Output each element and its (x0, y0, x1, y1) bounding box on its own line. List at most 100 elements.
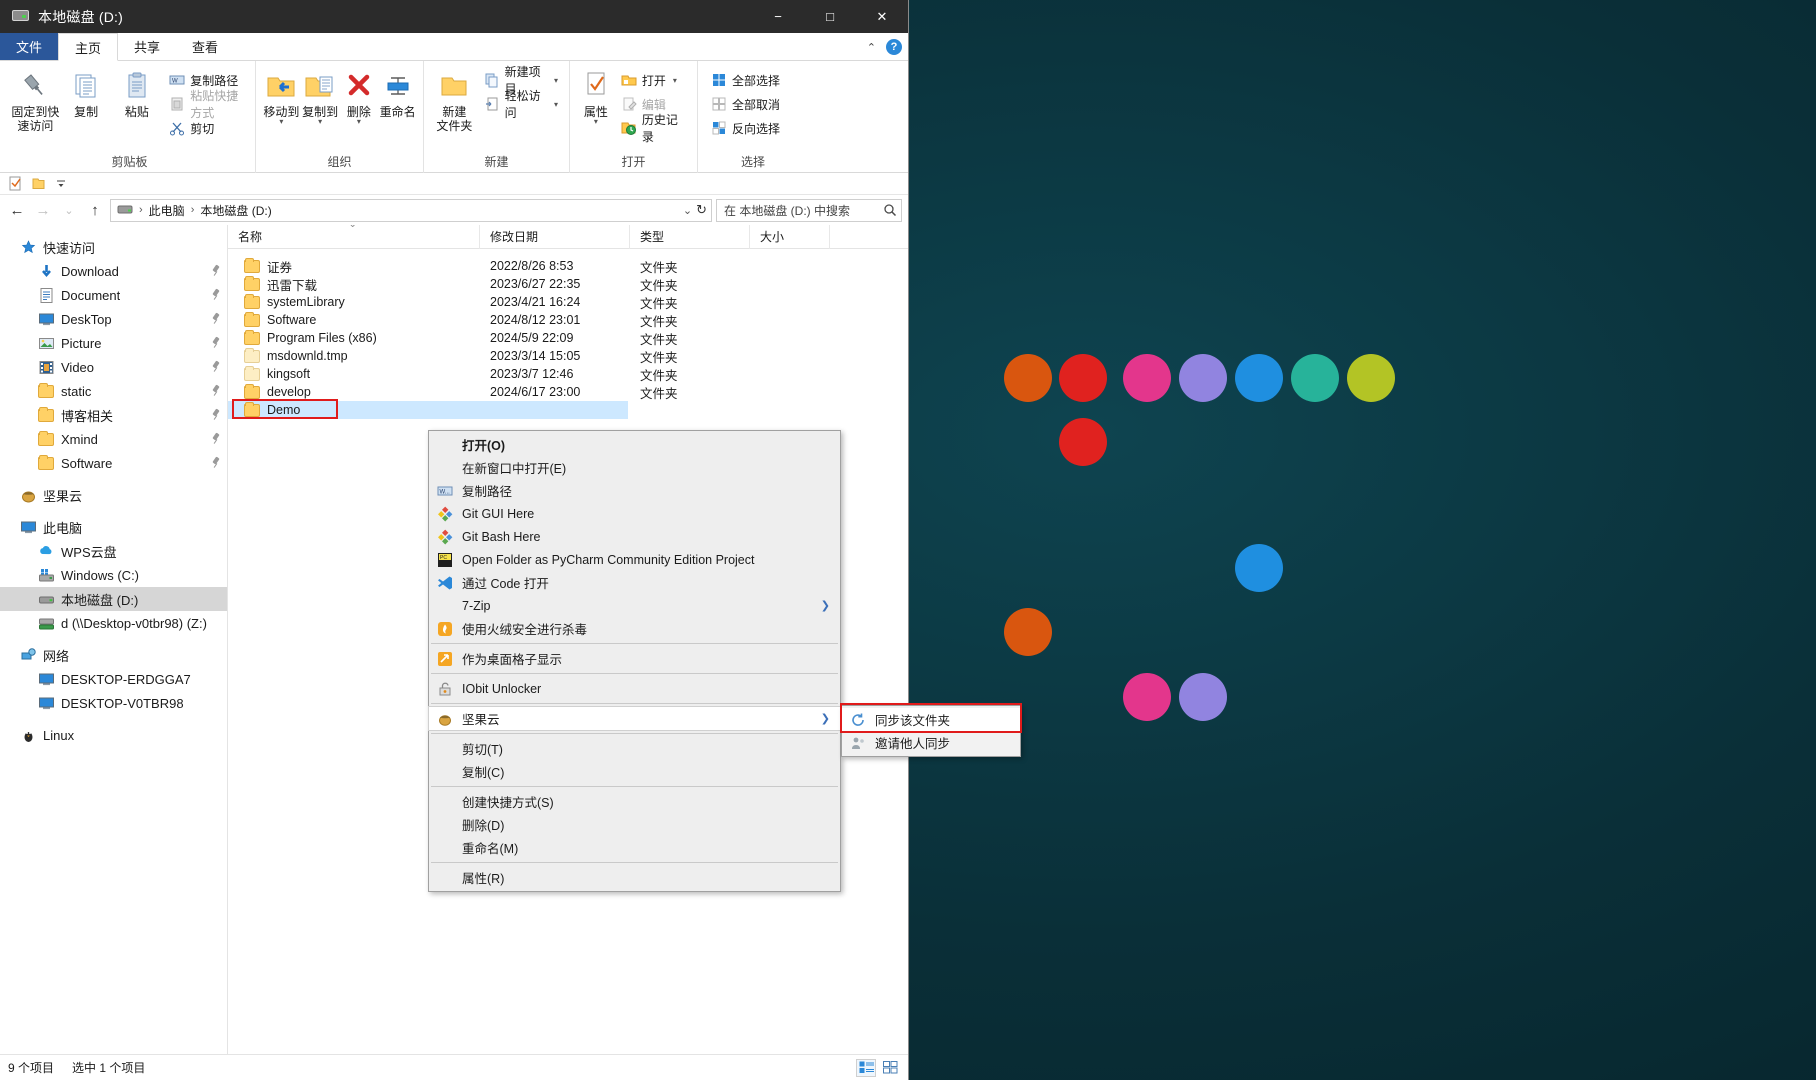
properties-quick-icon[interactable] (8, 176, 23, 191)
context-menu-item-open[interactable]: 打开(O) (429, 433, 840, 456)
column-header-date[interactable]: 修改日期 (480, 225, 630, 249)
delete-button[interactable]: 删除 ▾ (340, 65, 379, 126)
table-row[interactable]: 迅雷下载 2023/6/27 22:35 文件夹 (228, 275, 908, 293)
context-menu-item-desktop-grid[interactable]: 作为桌面格子显示 (429, 647, 840, 670)
context-menu-item-cut[interactable]: 剪切(T) (429, 737, 840, 760)
sidebar-item-windows-c[interactable]: Windows (C:) (0, 563, 227, 587)
recent-locations-button[interactable]: ⌄ (58, 199, 80, 221)
up-button[interactable]: ↑ (84, 199, 106, 221)
context-menu-item-huorong-scan[interactable]: 使用火绒安全进行杀毒 (429, 617, 840, 640)
move-to-button[interactable]: 移动到 ▾ (262, 65, 301, 126)
copy-button[interactable]: 复制 (61, 65, 112, 119)
sidebar-item-linux[interactable]: Linux (0, 723, 227, 747)
column-header-type[interactable]: 类型 (630, 225, 750, 249)
pin-icon[interactable] (211, 289, 221, 301)
sidebar-item-network-drive-z[interactable]: d (\\Desktop-v0tbr98) (Z:) (0, 611, 227, 635)
customize-qat-icon[interactable] (54, 176, 69, 191)
chevron-down-icon[interactable]: ▾ (318, 118, 322, 126)
pin-icon[interactable] (211, 337, 221, 349)
tiles-view-icon[interactable] (880, 1059, 900, 1077)
chevron-down-icon[interactable]: ▾ (554, 76, 558, 85)
tab-view[interactable]: 查看 (176, 33, 234, 60)
context-menu-item-copy-path[interactable]: W... 复制路径 (429, 479, 840, 502)
properties-button[interactable]: 属性 ▾ (576, 65, 616, 126)
breadcrumb-this-pc[interactable]: 此电脑 (149, 202, 185, 219)
chevron-down-icon[interactable]: ▾ (594, 118, 598, 126)
context-menu-item-iobit-unlocker[interactable]: IObit Unlocker (429, 677, 840, 700)
select-none-button[interactable]: 全部取消 (708, 93, 785, 115)
context-menu-item-7zip[interactable]: 7-Zip ❯ (429, 594, 840, 617)
context-menu-item-rename[interactable]: 重命名(M) (429, 836, 840, 859)
sidebar-item-software[interactable]: Software (0, 451, 227, 475)
address-dropdown-icon[interactable]: ⌄ (683, 204, 692, 217)
refresh-icon[interactable]: ↻ (696, 202, 707, 218)
select-all-button[interactable]: 全部选择 (708, 69, 785, 91)
context-menu-item-create-shortcut[interactable]: 创建快捷方式(S) (429, 790, 840, 813)
context-menu-item-delete[interactable]: 删除(D) (429, 813, 840, 836)
context-menu-item-open-new-window[interactable]: 在新窗口中打开(E) (429, 456, 840, 479)
context-menu-item-git-gui[interactable]: Git GUI Here (429, 502, 840, 525)
new-folder-quick-icon[interactable] (31, 176, 46, 191)
table-row[interactable]: kingsoft 2023/3/7 12:46 文件夹 (228, 365, 908, 383)
easy-access-button[interactable]: 轻松访问 ▾ (481, 89, 563, 120)
chevron-down-icon[interactable]: ▾ (279, 118, 283, 126)
sidebar-group-network[interactable]: 网络 (0, 643, 227, 667)
pin-icon[interactable] (211, 457, 221, 469)
table-row[interactable]: Program Files (x86) 2024/5/9 22:09 文件夹 (228, 329, 908, 347)
context-menu-item-copy[interactable]: 复制(C) (429, 760, 840, 783)
cut-button[interactable]: 剪切 (166, 117, 249, 139)
tab-share[interactable]: 共享 (118, 33, 176, 60)
chevron-down-icon[interactable]: ▾ (357, 118, 361, 126)
search-input[interactable]: 在 本地磁盘 (D:) 中搜索 (716, 198, 902, 222)
rename-button[interactable]: 重命名 (378, 65, 417, 119)
pin-icon[interactable] (211, 409, 221, 421)
breadcrumb[interactable]: › 此电脑 › 本地磁盘 (D:) ⌄ ↻ (110, 198, 712, 222)
submenu-item-sync-folder[interactable]: 同步该文件夹 (842, 708, 1020, 731)
table-row[interactable]: Software 2024/8/12 23:01 文件夹 (228, 311, 908, 329)
new-folder-button[interactable]: 新建 文件夹 (430, 65, 479, 133)
close-button[interactable]: ✕ (856, 0, 908, 33)
copy-to-button[interactable]: 复制到 ▾ (301, 65, 340, 126)
sidebar-item-blog[interactable]: 博客相关 (0, 403, 227, 427)
column-header-size[interactable]: 大小 (750, 225, 830, 249)
context-menu-item-properties[interactable]: 属性(R) (429, 866, 840, 889)
sidebar-group-this-pc[interactable]: 此电脑 (0, 515, 227, 539)
context-menu-item-nutstore[interactable]: 坚果云 ❯ (428, 706, 841, 731)
maximize-button[interactable]: □ (804, 0, 856, 33)
sidebar-item-static[interactable]: static (0, 379, 227, 403)
sidebar-item-wps-cloud[interactable]: WPS云盘 (0, 539, 227, 563)
sidebar-item-document[interactable]: Document (0, 283, 227, 307)
context-menu-item-open-pycharm[interactable]: PC Open Folder as PyCharm Community Edit… (429, 548, 840, 571)
sidebar-item-local-disk-d[interactable]: 本地磁盘 (D:) (0, 587, 227, 611)
tab-home[interactable]: 主页 (58, 33, 119, 61)
sidebar-item-nutstore[interactable]: 坚果云 (0, 483, 227, 507)
chevron-up-icon[interactable]: ⌃ (867, 41, 876, 54)
details-view-icon[interactable] (856, 1058, 876, 1077)
table-row-selected[interactable]: Demo (228, 401, 628, 419)
chevron-down-icon[interactable]: ▾ (554, 100, 558, 109)
pin-to-quick-access-button[interactable]: 固定到快 速访问 (10, 65, 61, 133)
chevron-down-icon[interactable]: ▾ (673, 76, 677, 85)
table-row[interactable]: systemLibrary 2023/4/21 16:24 文件夹 (228, 293, 908, 311)
sidebar-item-download[interactable]: Download (0, 259, 227, 283)
pin-icon[interactable] (211, 313, 221, 325)
table-row[interactable]: msdownld.tmp 2023/3/14 15:05 文件夹 (228, 347, 908, 365)
sidebar-group-quick-access[interactable]: 快速访问 (0, 235, 227, 259)
tab-file[interactable]: 文件 (0, 33, 59, 60)
context-menu-item-open-with-code[interactable]: 通过 Code 打开 (429, 571, 840, 594)
table-row[interactable]: 证券 2022/8/26 8:53 文件夹 (228, 257, 908, 275)
sidebar-item-desktop-v0tbr98[interactable]: DESKTOP-V0TBR98 (0, 691, 227, 715)
sidebar-item-picture[interactable]: Picture (0, 331, 227, 355)
submenu-item-invite-sync[interactable]: 邀请他人同步 (842, 731, 1020, 754)
sidebar-item-desktop-erdgga7[interactable]: DESKTOP-ERDGGA7 (0, 667, 227, 691)
forward-button[interactable]: → (32, 199, 54, 221)
table-row[interactable]: develop 2024/6/17 23:00 文件夹 (228, 383, 908, 401)
pin-icon[interactable] (211, 433, 221, 445)
open-button[interactable]: 打开 ▾ (618, 69, 691, 91)
search-icon[interactable] (883, 203, 897, 217)
invert-selection-button[interactable]: 反向选择 (708, 117, 785, 139)
pin-icon[interactable] (211, 265, 221, 277)
sidebar-item-xmind[interactable]: Xmind (0, 427, 227, 451)
history-button[interactable]: 历史记录 (618, 113, 691, 144)
minimize-button[interactable]: − (752, 0, 804, 33)
